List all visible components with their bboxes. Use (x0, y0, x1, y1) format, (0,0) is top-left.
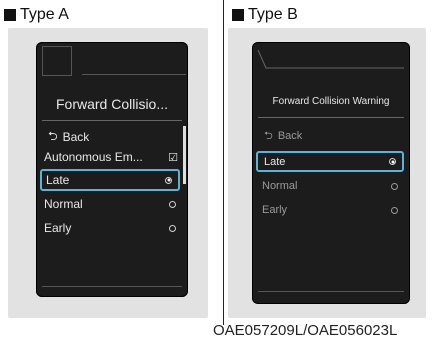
list-item-normal[interactable]: Normal (252, 178, 410, 194)
item-label: Early (262, 204, 288, 216)
back-item[interactable]: ⮌ Back (252, 128, 410, 144)
top-left-box (42, 46, 72, 76)
back-label: Back (62, 130, 90, 144)
item-label: Early (44, 221, 72, 235)
back-arrow-icon: ⮌ (48, 128, 58, 143)
list-item-autonomous[interactable]: Autonomous Em... ☑ (36, 148, 188, 166)
item-label: Autonomous Em... (44, 150, 143, 164)
type-a-heading: Type A (4, 6, 69, 24)
item-label: Late (46, 173, 70, 187)
back-item[interactable]: ⮌ Back (36, 128, 188, 146)
radio-selected-icon (165, 176, 172, 184)
item-label: Normal (44, 197, 83, 211)
top-line (82, 74, 186, 75)
radio-icon (391, 182, 398, 190)
top-bar-shape (257, 49, 404, 69)
bullet-square-icon (232, 9, 244, 21)
radio-selected-icon (389, 158, 396, 165)
list-item-late[interactable]: Late (256, 151, 404, 172)
screen-title: Forward Collision Warning (272, 96, 390, 107)
bullet-square-icon (4, 9, 16, 21)
radio-icon (169, 200, 176, 208)
bottom-line (42, 286, 182, 287)
back-arrow-icon: ⮌ (264, 129, 273, 142)
item-label: Normal (262, 180, 298, 192)
type-b-heading-text: Type B (248, 6, 298, 23)
list-item-late[interactable]: Late (40, 169, 180, 191)
scrollbar[interactable] (183, 126, 186, 184)
panel-divider (223, 0, 224, 325)
radio-icon (391, 206, 398, 214)
checkbox-checked-icon: ☑ (168, 151, 178, 164)
list-item-early[interactable]: Early (36, 219, 188, 237)
list-item-normal[interactable]: Normal (36, 195, 188, 213)
item-label: Late (264, 155, 286, 168)
type-b-heading: Type B (232, 6, 298, 24)
screen-title: Forward Collisio... (55, 96, 169, 112)
list-item-early[interactable]: Early (252, 202, 410, 218)
title-underline (42, 120, 182, 121)
bottom-line (258, 291, 404, 292)
type-a-screen: Forward Collisio... ⮌ Back Autonomous Em… (36, 42, 188, 297)
type-b-screen: Forward Collision Warning ⮌ Back Late No… (252, 42, 410, 304)
back-label: Back (277, 130, 303, 142)
title-underline (258, 117, 404, 118)
radio-icon (169, 224, 176, 232)
type-a-heading-text: Type A (20, 6, 69, 23)
image-caption: OAE057209L/OAE056023L (213, 322, 398, 339)
